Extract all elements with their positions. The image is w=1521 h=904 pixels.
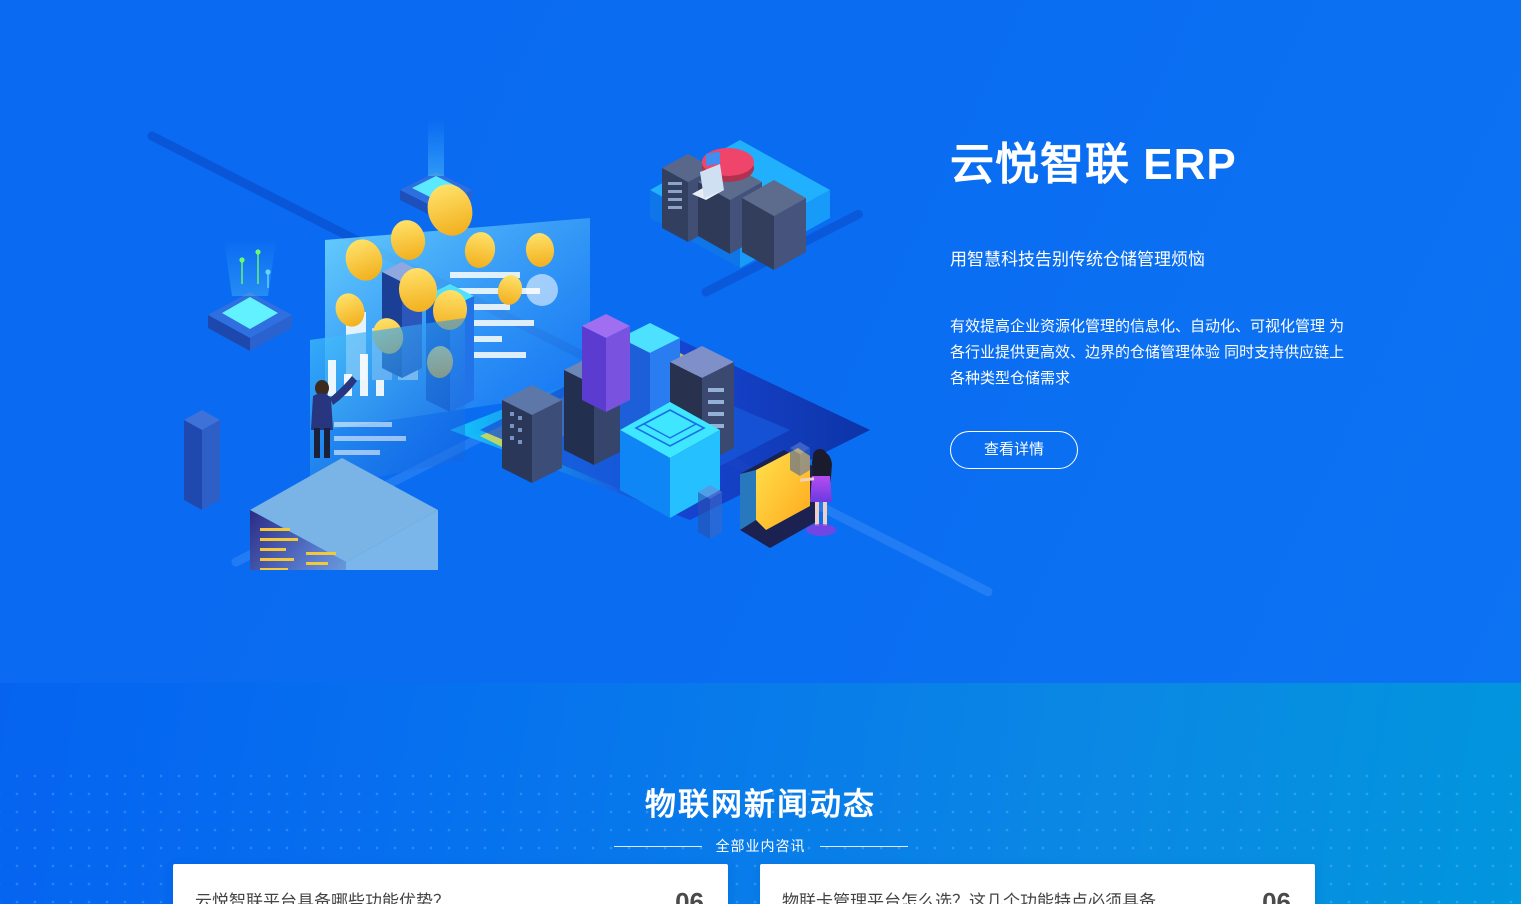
landing-page: 云悦智联 ERP 用智慧科技告别传统仓储管理烦恼 有效提高企业资源化管理的信息化… xyxy=(0,0,1521,904)
hero-description: 有效提高企业资源化管理的信息化、自动化、可视化管理 为各行业提供更高效、边界的仓… xyxy=(950,318,1345,387)
news-card-day: 06 xyxy=(675,886,704,904)
news-section-subtitle: 全部业内咨讯 xyxy=(715,838,806,854)
news-header: 物联网新闻动态 全部业内咨讯 xyxy=(0,683,1521,856)
divider-line-right xyxy=(819,845,908,847)
hero-section: 云悦智联 ERP 用智慧科技告别传统仓储管理烦恼 有效提高企业资源化管理的信息化… xyxy=(0,0,1521,683)
news-card-day: 06 xyxy=(1262,886,1291,904)
hero-copy: 云悦智联 ERP 用智慧科技告别传统仓储管理烦恼 有效提高企业资源化管理的信息化… xyxy=(950,140,1370,470)
news-card[interactable]: 云悦智联平台具备哪些功能优势？ 06 xyxy=(173,864,728,904)
news-subtitle-row: 全部业内咨讯 xyxy=(0,836,1521,856)
hero-illustration xyxy=(150,100,870,632)
page-title: 云悦智联 ERP xyxy=(950,140,1237,189)
news-card[interactable]: 物联卡管理平台怎么选？这几个功能特点必须具备 06 xyxy=(760,864,1315,904)
news-card-title: 云悦智联平台具备哪些功能优势？ xyxy=(195,891,450,904)
news-card-list: 云悦智联平台具备哪些功能优势？ 06 物联卡管理平台怎么选？这几个功能特点必须具… xyxy=(173,864,1348,904)
news-section: 物联网新闻动态 全部业内咨讯 云悦智联平台具备哪些功能优势？ 06 物联卡管理平… xyxy=(0,683,1521,904)
divider-line-left xyxy=(613,845,702,847)
news-card-title: 物联卡管理平台怎么选？这几个功能特点必须具备 xyxy=(782,891,1156,904)
news-section-title: 物联网新闻动态 xyxy=(645,787,876,822)
hero-subtitle: 用智慧科技告别传统仓储管理烦恼 xyxy=(950,249,1205,269)
view-details-button[interactable]: 查看详情 xyxy=(950,431,1079,470)
